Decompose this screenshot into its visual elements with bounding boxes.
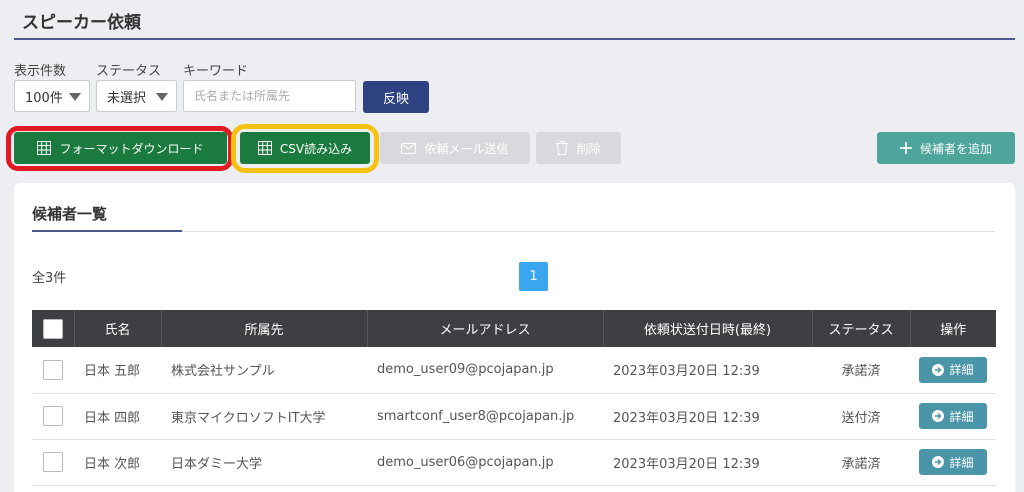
add-candidate-button[interactable]: 候補者を追加: [877, 132, 1015, 164]
detail-button[interactable]: 詳細: [919, 403, 987, 429]
status-select[interactable]: 未選択: [96, 80, 177, 112]
pagination-page-1[interactable]: 1: [519, 262, 548, 291]
row-status: 承諾済: [812, 439, 910, 486]
candidate-list-card: 候補者一覧 全3件 1 氏名 所属先 メールアドレス 依頼状送付日時(最終) ス…: [14, 183, 1015, 492]
row-email: smartconf_user8@pcojapan.jp: [367, 393, 603, 440]
row-sent-date: 2023年03月20日 12:39: [603, 439, 812, 486]
column-header: 氏名: [74, 310, 162, 347]
select-all-cell: [32, 310, 75, 347]
detail-label: 詳細: [949, 409, 974, 424]
row-org: 東京マイクロソフトIT大学: [161, 393, 367, 440]
list-title-underline: [32, 230, 182, 232]
table-row: 日本 五郎 株式会社サンプル demo_user09@pcojapan.jp 2…: [32, 347, 996, 394]
table-header-row: 氏名 所属先 メールアドレス 依頼状送付日時(最終) ステータス 操作: [32, 310, 996, 347]
row-checkbox[interactable]: [43, 359, 63, 380]
keyword-label: キーワード: [183, 64, 249, 79]
row-org: 日本ダミー大学: [161, 439, 367, 486]
row-sent-date: 2023年03月20日 12:39: [603, 347, 812, 394]
row-checkbox[interactable]: [43, 406, 63, 426]
arrow-right-circle-icon: [932, 363, 945, 376]
detail-button[interactable]: 詳細: [919, 449, 987, 475]
trash-icon: [556, 141, 569, 155]
row-org: 株式会社サンプル: [161, 347, 367, 394]
row-status: 送付済: [812, 393, 910, 440]
row-checkbox[interactable]: [43, 452, 63, 472]
column-header: 所属先: [161, 310, 368, 347]
count-select[interactable]: 100件: [14, 80, 90, 112]
caret-down-icon: [156, 93, 168, 101]
table-row: 日本 次郎 日本ダミー大学 demo_user06@pcojapan.jp 20…: [32, 439, 996, 486]
list-title: 候補者一覧: [32, 205, 108, 223]
count-select-value: 100件: [25, 90, 63, 106]
page-title: スピーカー依頼: [22, 13, 141, 33]
plus-icon: [899, 142, 912, 154]
column-header: 操作: [910, 310, 996, 347]
detail-button[interactable]: 詳細: [919, 356, 987, 383]
apply-button[interactable]: 反映: [363, 81, 429, 113]
row-email: demo_user06@pcojapan.jp: [367, 439, 603, 486]
caret-down-icon: [69, 93, 81, 101]
mail-icon: [401, 142, 417, 154]
column-header: メールアドレス: [367, 310, 604, 347]
select-all-checkbox[interactable]: [42, 318, 63, 339]
count-label: 表示件数: [14, 64, 67, 79]
add-candidate-label: 候補者を追加: [919, 141, 992, 156]
column-header: 依頼状送付日時(最終): [603, 310, 813, 347]
status-select-value: 未選択: [107, 90, 147, 106]
row-name: 日本 五郎: [74, 347, 161, 394]
highlight-outline-red: [6, 126, 233, 171]
send-mail-button[interactable]: 依頼メール送信: [380, 132, 530, 164]
table-row: 日本 四郎 東京マイクロソフトIT大学 smartconf_user8@pcoj…: [32, 393, 996, 440]
arrow-right-circle-icon: [932, 456, 945, 468]
row-email: demo_user09@pcojapan.jp: [367, 347, 603, 394]
delete-button[interactable]: 削除: [536, 132, 621, 164]
row-sent-date: 2023年03月20日 12:39: [603, 393, 812, 440]
total-count: 全3件: [32, 271, 67, 286]
detail-label: 詳細: [949, 363, 974, 378]
candidate-table: 氏名 所属先 メールアドレス 依頼状送付日時(最終) ステータス 操作 日本 五…: [32, 310, 996, 486]
keyword-input[interactable]: [183, 80, 356, 112]
highlight-outline-yellow: [231, 124, 379, 173]
detail-label: 詳細: [949, 455, 974, 470]
row-status: 承諾済: [812, 347, 910, 394]
row-name: 日本 四郎: [74, 393, 161, 440]
delete-label: 削除: [576, 141, 601, 156]
arrow-right-circle-icon: [932, 410, 945, 422]
row-name: 日本 次郎: [74, 439, 161, 486]
status-label: ステータス: [96, 64, 162, 79]
column-header: ステータス: [812, 310, 911, 347]
title-divider: [14, 38, 1015, 40]
send-mail-label: 依頼メール送信: [424, 141, 509, 156]
